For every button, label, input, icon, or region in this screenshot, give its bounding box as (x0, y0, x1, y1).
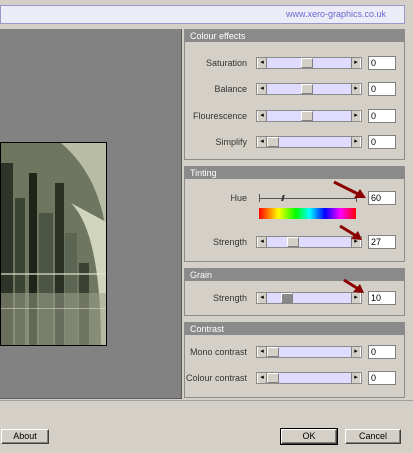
hue-label: Hue (230, 193, 247, 203)
grain-panel: Grain Strength ◂ ▸ 10 (184, 268, 405, 316)
flourescence-slider[interactable]: ◂ ▸ (256, 110, 362, 122)
saturation-slider[interactable]: ◂ ▸ (256, 57, 362, 69)
tint-strength-input[interactable]: 27 (368, 235, 396, 249)
tinting-title: Tinting (185, 167, 404, 179)
hue-track-start (259, 194, 260, 202)
flourescence-label: Flourescence (192, 111, 247, 121)
ok-button[interactable]: OK (280, 428, 338, 445)
simplify-slider[interactable]: ◂ ▸ (256, 136, 362, 148)
colour-contrast-thumb[interactable] (267, 373, 279, 383)
cancel-button[interactable]: Cancel (345, 429, 401, 444)
arrow-right-icon[interactable]: ▸ (351, 111, 361, 121)
balance-label: Balance (214, 84, 247, 94)
red-arrow-icon (333, 180, 366, 198)
arrow-right-icon[interactable]: ▸ (351, 58, 361, 68)
saturation-thumb[interactable] (301, 58, 313, 68)
hue-input[interactable]: 60 (368, 191, 396, 205)
arrow-right-icon[interactable]: ▸ (351, 84, 361, 94)
mono-contrast-thumb[interactable] (267, 347, 279, 357)
red-arrow-icon (343, 278, 364, 293)
grain-title: Grain (185, 269, 404, 281)
balance-slider[interactable]: ◂ ▸ (256, 83, 362, 95)
mono-contrast-row: Mono contrast ◂ ▸ 0 (185, 345, 404, 359)
contrast-title: Contrast (185, 323, 404, 335)
colour-contrast-row: Colour contrast ◂ ▸ 0 (185, 371, 404, 385)
mono-contrast-label: Mono contrast (189, 347, 247, 357)
arrow-right-icon[interactable]: ▸ (351, 347, 361, 357)
saturation-row: Saturation ◂ ▸ 0 (185, 56, 404, 70)
website-url-label: www.xero-graphics.co.uk (0, 5, 405, 24)
arrow-left-icon[interactable]: ◂ (257, 237, 267, 247)
arrow-left-icon[interactable]: ◂ (257, 137, 267, 147)
about-button[interactable]: About (1, 429, 49, 444)
saturation-label: Saturation (205, 58, 247, 68)
contrast-panel: Contrast Mono contrast ◂ ▸ 0 Colour cont… (184, 322, 405, 398)
colour-contrast-input[interactable]: 0 (368, 371, 396, 385)
arrow-left-icon[interactable]: ◂ (257, 84, 267, 94)
arrow-left-icon[interactable]: ◂ (257, 347, 267, 357)
flourescence-thumb[interactable] (301, 111, 313, 121)
colour-contrast-label: Colour contrast (185, 373, 247, 383)
bottom-separator (0, 400, 413, 401)
colour-contrast-slider[interactable]: ◂ ▸ (256, 372, 362, 384)
simplify-label: Simplify (215, 137, 247, 147)
tint-strength-row: Strength ◂ ▸ 27 (185, 235, 404, 249)
tint-strength-thumb[interactable] (287, 237, 299, 247)
mono-contrast-slider[interactable]: ◂ ▸ (256, 346, 362, 358)
balance-input[interactable]: 0 (368, 82, 396, 96)
colour-effects-title: Colour effects (185, 30, 404, 42)
simplify-input[interactable]: 0 (368, 135, 396, 149)
arrow-left-icon[interactable]: ◂ (257, 293, 267, 303)
flourescence-row: Flourescence ◂ ▸ 0 (185, 109, 404, 123)
arrow-right-icon[interactable]: ▸ (351, 373, 361, 383)
tinting-panel: Tinting Hue 60 Strength ◂ ▸ 27 (184, 166, 405, 262)
balance-thumb[interactable] (301, 84, 313, 94)
hue-row: Hue 60 (185, 191, 404, 221)
grain-strength-label: Strength (212, 293, 247, 303)
arrow-left-icon[interactable]: ◂ (257, 373, 267, 383)
top-bar: www.xero-graphics.co.uk (0, 0, 413, 26)
colour-effects-panel: Colour effects Saturation ◂ ▸ 0 Balance … (184, 29, 405, 160)
grain-strength-thumb[interactable] (281, 293, 293, 303)
simplify-row: Simplify ◂ ▸ 0 (185, 135, 404, 149)
arrow-left-icon[interactable]: ◂ (257, 111, 267, 121)
mono-contrast-input[interactable]: 0 (368, 345, 396, 359)
arrow-left-icon[interactable]: ◂ (257, 58, 267, 68)
grain-strength-input[interactable]: 10 (368, 291, 396, 305)
grain-strength-row: Strength ◂ ▸ 10 (185, 291, 404, 305)
preview-area (0, 29, 182, 399)
red-arrow-icon (339, 224, 362, 240)
balance-row: Balance ◂ ▸ 0 (185, 82, 404, 96)
arrow-right-icon[interactable]: ▸ (351, 137, 361, 147)
tint-strength-label: Strength (212, 237, 247, 247)
hue-spectrum (259, 208, 356, 219)
preview-image (0, 142, 107, 346)
saturation-input[interactable]: 0 (368, 56, 396, 70)
simplify-thumb[interactable] (267, 137, 279, 147)
flourescence-input[interactable]: 0 (368, 109, 396, 123)
